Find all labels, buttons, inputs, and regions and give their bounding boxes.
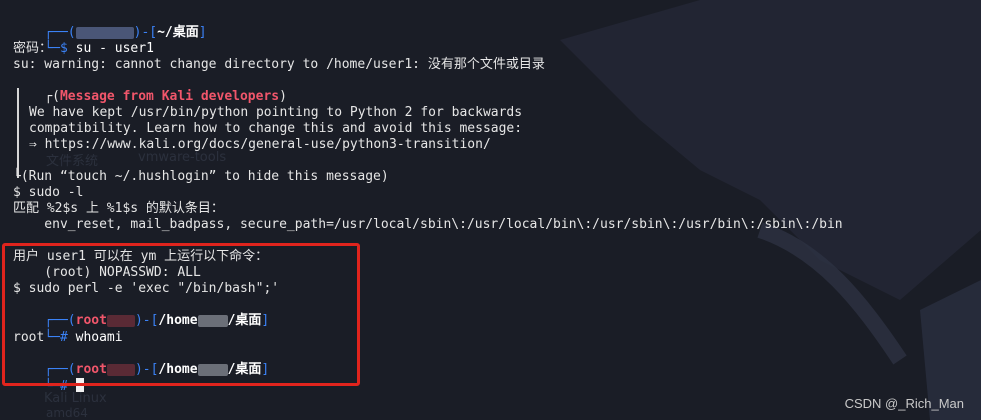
kali-message-bracket-close: ) — [279, 89, 287, 104]
kali-message-title: Message from Kali developers — [59, 89, 280, 104]
kali-message-body-1: We have kept /usr/bin/python pointing to… — [29, 105, 523, 120]
prompt-close: ] — [198, 25, 207, 40]
csdn-watermark: CSDN @_Rich_Man — [844, 396, 964, 411]
command-sudo-l: $ sudo -l — [13, 185, 84, 200]
kali-message-footer: └(Run “touch ~/.hushlogin” to hide this … — [13, 169, 389, 184]
command-text: su - user1 — [67, 41, 154, 56]
kali-message-header: ┌(Message from Kali developers) — [13, 73, 287, 104]
kali-message-bracket: ┌( — [44, 89, 60, 104]
kali-message-body-2: compatibility. Learn how to change this … — [29, 121, 523, 136]
prompt-dir: ~/桌面 — [157, 25, 199, 40]
highlight-box — [2, 243, 360, 386]
password-prompt: 密码： — [13, 41, 53, 56]
kali-message-link[interactable]: ⇒ https://www.kali.org/docs/general-use/… — [29, 137, 491, 153]
prompt-line-user: ┌──()-[~/桌面] — [13, 9, 206, 40]
command-su: └─$ su - user1 — [13, 25, 154, 56]
su-warning: su: warning: cannot change directory to … — [13, 57, 545, 72]
defaults-header: 匹配 %2$s 上 %1$s 的默认条目： — [13, 201, 224, 216]
defaults-value: env_reset, mail_badpass, secure_path=/us… — [13, 217, 843, 232]
kali-message-border — [17, 88, 19, 178]
